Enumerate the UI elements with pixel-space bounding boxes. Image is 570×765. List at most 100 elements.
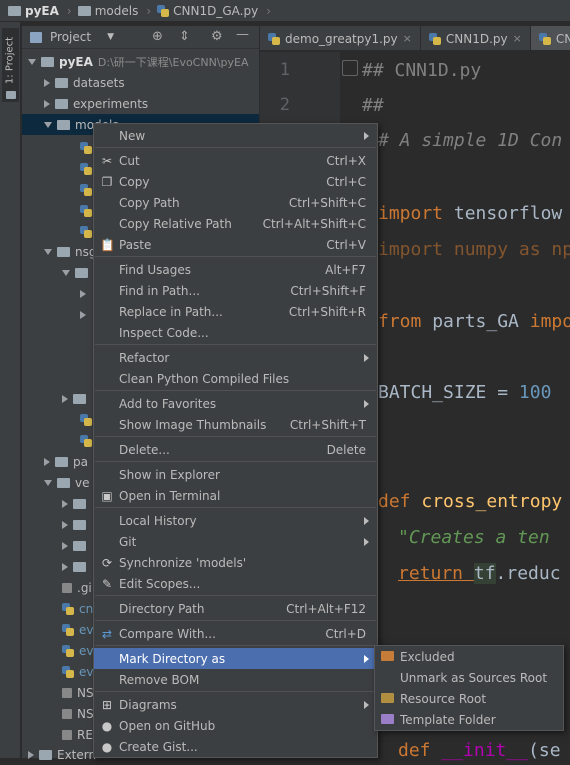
menu-item-copy[interactable]: ❐ Copy Ctrl+C [94, 171, 377, 192]
folder-icon [6, 88, 16, 102]
close-icon[interactable]: × [403, 32, 412, 45]
python-file-icon[interactable] [80, 221, 92, 242]
submenu-item-resource-root[interactable]: Resource Root [375, 688, 563, 709]
menu-item-paste[interactable]: 📋 Paste Ctrl+V [94, 234, 377, 255]
tree-subfolder[interactable] [80, 304, 86, 325]
menu-item-find-usages[interactable]: Find Usages Alt+F7 [94, 259, 377, 280]
breadcrumb-project[interactable]: pyEA › [8, 4, 72, 18]
tree-item-gitignore[interactable]: .gi [62, 577, 92, 598]
tree-subfolder[interactable] [62, 535, 86, 556]
tree-subfolder[interactable] [62, 262, 88, 283]
code-line: BATCH_SIZE = 100 [378, 382, 552, 403]
chevron-right-icon: › [66, 3, 72, 18]
menu-item-new[interactable]: New [94, 125, 377, 146]
menu-item-show-thumbnails[interactable]: Show Image Thumbnails Ctrl+Shift+T [94, 414, 377, 435]
menu-item-compare-with[interactable]: ⇄ Compare With... Ctrl+D [94, 623, 377, 644]
tree-item-external-libraries[interactable]: Extern [28, 744, 96, 765]
python-file-icon[interactable] [80, 409, 92, 430]
menu-item-add-to-favorites[interactable]: Add to Favorites [94, 393, 377, 414]
menu-item-copy-relative-path[interactable]: Copy Relative Path Ctrl+Alt+Shift+C [94, 213, 377, 234]
menu-item-open-in-terminal[interactable]: ▣ Open in Terminal [94, 485, 377, 506]
tree-subfolder[interactable] [62, 388, 86, 409]
menu-item-remove-bom[interactable]: Remove BOM [94, 669, 377, 690]
python-file-icon[interactable] [80, 179, 92, 200]
menu-item-delete[interactable]: Delete... Delete [94, 439, 377, 460]
breadcrumb-file[interactable]: CNN1D_GA.py › [157, 4, 271, 18]
tree-item-file[interactable]: NS [62, 703, 94, 724]
menu-item-local-history[interactable]: Local History [94, 510, 377, 531]
menu-separator [95, 645, 376, 646]
python-file-icon [62, 623, 74, 636]
folder-icon [57, 477, 70, 488]
menu-item-cut[interactable]: ✂ Cut Ctrl+X [94, 150, 377, 171]
collapse-icon[interactable]: ⇕ [179, 29, 190, 44]
collapsed-arrow-icon[interactable] [44, 78, 50, 87]
menu-item-show-in-explorer[interactable]: Show in Explorer [94, 464, 377, 485]
chevron-down-icon[interactable]: ▼ [107, 32, 114, 42]
github-icon: ● [101, 739, 113, 754]
submenu-item-unmark-sources[interactable]: Unmark as Sources Root [375, 667, 563, 688]
menu-item-copy-path[interactable]: Copy Path Ctrl+Shift+C [94, 192, 377, 213]
menu-item-refactor[interactable]: Refactor [94, 347, 377, 368]
menu-item-diagrams[interactable]: ⊞ Diagrams [94, 694, 377, 715]
submenu-arrow-icon [364, 537, 369, 546]
code-line: ## [362, 95, 384, 116]
tree-item-datasets[interactable]: datasets [44, 72, 125, 93]
collapsed-arrow-icon[interactable] [44, 99, 50, 108]
tree-subfolder[interactable] [62, 556, 86, 577]
editor-tabs: demo_greatpy1.py × CNN1D.py × CN [260, 26, 570, 51]
python-file-icon [157, 4, 170, 17]
tree-item-ve[interactable]: ve [44, 472, 89, 493]
chevron-right-icon: › [146, 3, 152, 18]
menu-item-replace-in-path[interactable]: Replace in Path... Ctrl+Shift+R [94, 301, 377, 322]
locate-icon[interactable]: ⊕ [152, 29, 163, 44]
menu-item-directory-path[interactable]: Directory Path Ctrl+Alt+F12 [94, 598, 377, 619]
tree-root[interactable]: pyEA D:\研一下课程\EvoCNN\pyEA [28, 51, 249, 72]
menu-item-git[interactable]: Git [94, 531, 377, 552]
python-file-icon [62, 602, 74, 615]
collapsed-arrow-icon[interactable] [44, 457, 50, 466]
tree-item-file[interactable]: NS [62, 682, 94, 703]
menu-item-inspect-code[interactable]: Inspect Code... [94, 322, 377, 343]
expand-arrow-icon[interactable] [28, 58, 36, 65]
python-file-icon [62, 665, 74, 678]
tab-demo-greatpy1[interactable]: demo_greatpy1.py × [260, 26, 421, 50]
fold-icon[interactable] [342, 60, 358, 76]
python-file-icon[interactable] [80, 158, 92, 179]
tree-subfolder[interactable] [80, 283, 86, 304]
chevron-right-icon: › [266, 3, 272, 18]
collapsed-arrow-icon[interactable] [28, 750, 34, 759]
python-file-icon[interactable] [80, 200, 92, 221]
menu-item-clean-compiled[interactable]: Clean Python Compiled Files [94, 368, 377, 389]
expand-arrow-icon[interactable] [44, 121, 52, 128]
tab-cnn1d-ga[interactable]: CN [530, 26, 570, 50]
tree-item-pa[interactable]: pa [44, 451, 88, 472]
expand-arrow-icon[interactable] [44, 248, 52, 255]
submenu-item-excluded[interactable]: Excluded [375, 646, 563, 667]
close-icon[interactable]: × [513, 32, 522, 45]
menu-item-edit-scopes[interactable]: ✎ Edit Scopes... [94, 573, 377, 594]
submenu-item-template-folder[interactable]: Template Folder [375, 709, 563, 730]
menu-item-synchronize[interactable]: ⟳ Synchronize 'models' [94, 552, 377, 573]
gear-icon[interactable]: ⚙ [211, 29, 223, 44]
project-view-selector[interactable]: Project [50, 30, 91, 44]
python-file-icon[interactable] [80, 137, 92, 158]
tree-item-file[interactable]: RE [62, 724, 93, 745]
tree-subfolder[interactable] [62, 514, 86, 535]
submenu-arrow-icon [364, 399, 369, 408]
menu-item-find-in-path[interactable]: Find in Path... Ctrl+Shift+F [94, 280, 377, 301]
menu-item-open-on-github[interactable]: ● Open on GitHub [94, 715, 377, 736]
menu-item-mark-directory[interactable]: Mark Directory as [94, 648, 377, 669]
minimize-icon[interactable]: — [236, 27, 249, 42]
python-file-icon[interactable] [80, 430, 92, 451]
tree-item-experiments[interactable]: experiments [44, 93, 148, 114]
tree-subfolder[interactable] [62, 493, 86, 514]
scissors-icon: ✂ [101, 153, 113, 168]
tab-cnn1d[interactable]: CNN1D.py × [421, 26, 531, 50]
menu-separator [95, 691, 376, 692]
python-file-icon [62, 644, 74, 657]
menu-item-create-gist[interactable]: ● Create Gist... [94, 736, 377, 757]
breadcrumb-folder[interactable]: models › [77, 3, 152, 18]
expand-arrow-icon[interactable] [44, 479, 52, 486]
tree-item-nsg[interactable]: nsg [44, 241, 96, 262]
